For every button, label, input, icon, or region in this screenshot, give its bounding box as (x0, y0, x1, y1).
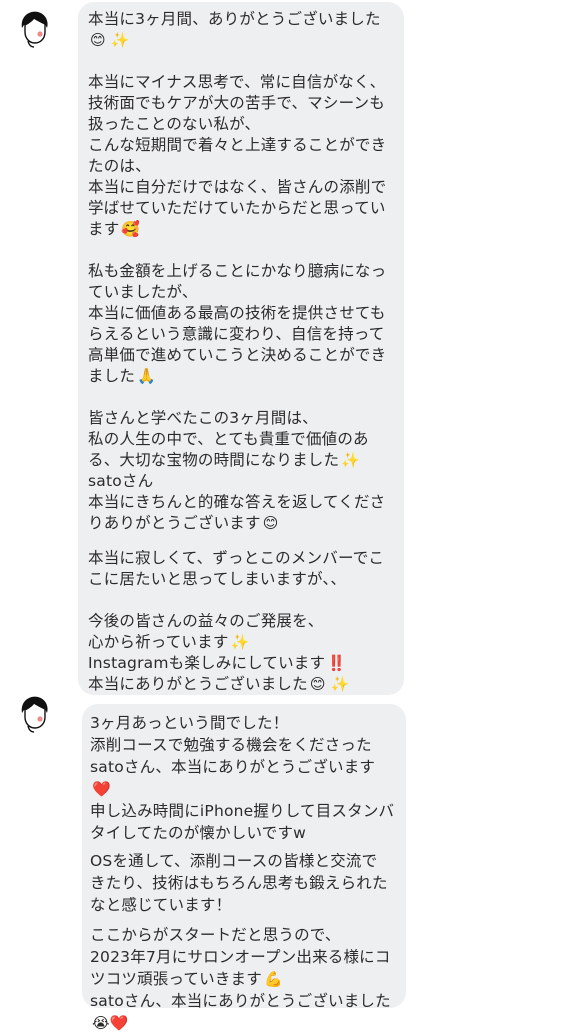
message-line: satoさん、本当にありがとうございます (90, 756, 375, 778)
message-text: 技術面でもケアが大の苦手で、マシーンも (88, 94, 385, 112)
message-text: 本当に3ヶ月間、ありがとうございました (88, 10, 381, 28)
message-line: ここからがスタートだと思うので、 (90, 924, 341, 946)
message-line: 心から祈っています ✨ (88, 631, 249, 653)
message-text: 本当に寂しくて、ずっとこのメンバーでこ (88, 549, 385, 567)
message-text: ツコツ頑張っていきます (90, 970, 262, 988)
message-line: なと感じています！ (90, 894, 231, 916)
message-text: きたり、技術はもちろん思考も鍛えられた (90, 874, 388, 892)
message-text: 申し込み時間にiPhone握りして目スタンバ (90, 802, 395, 820)
emoji-icon: ‼️ (327, 654, 347, 672)
message-text: 私も金額を上げることにかなり臆病になっ (88, 262, 387, 280)
message-line: 本当に自分だけではなく、皆さんの添削で (88, 176, 386, 198)
message-line: 本当にマイナス思考で、常に自信がなく、 (88, 71, 385, 93)
message-text: 添削コースで勉強する機会をくださった (90, 736, 372, 754)
message-line: ツコツ頑張っていきます 💪 (90, 968, 283, 990)
message-line: こに居たいと思ってしまいますが、、 (88, 568, 346, 590)
message-text: 今後の皆さんの益々のご発展を、 (88, 612, 324, 630)
message-line: 私の人生の中で、とても貴重で価値のあ (88, 428, 369, 450)
emoji-icon: 💪 (263, 970, 283, 988)
message-text: OSを通して、添削コースの皆様と交流で (90, 852, 378, 870)
message-text: Instagramも楽しみにしています (88, 654, 326, 672)
emoji-icon: ❤️ (92, 780, 111, 798)
message-line: ❤️ (90, 778, 111, 800)
message-line: 😭❤️ (90, 1012, 129, 1034)
emoji-icon: 😊 ✨ (90, 31, 130, 49)
message-line: たのは、 (88, 155, 151, 177)
message-line: ていましたが、 (88, 281, 198, 303)
message-line: 😊 ✨ (88, 29, 130, 51)
message-line: 添削コースで勉強する機会をくださった (90, 734, 372, 756)
message-line: Instagramも楽しみにしています ‼️ (88, 652, 346, 674)
emoji-icon: 😊 (262, 514, 279, 532)
message-bubble: 本当に3ヶ月間、ありがとうございました 😊 ✨ 本当にマイナス思考で、常に自信がなく… (78, 2, 404, 695)
message-line: ました 🙏 (88, 365, 156, 387)
message-line: 本当に3ヶ月間、ありがとうございました (88, 8, 381, 30)
message-line: 申し込み時間にiPhone握りして目スタンバ (90, 800, 394, 822)
message-line: らえるという意識に変わり、自信を持って (88, 323, 384, 345)
emoji-icon: 😭❤️ (92, 1014, 129, 1032)
message-text: ていましたが、 (88, 283, 198, 301)
message-line: ます 🥰 (88, 218, 140, 240)
message-line: 今後の皆さんの益々のご発展を、 (88, 610, 324, 632)
message-text: ここからがスタートだと思うので、 (90, 926, 341, 944)
message-line: 皆さんと学べたこの3ヶ月間は、 (88, 407, 318, 429)
message-line: 扱ったことのない私が、 (88, 113, 260, 135)
message-line: る、大切な宝物の時間になりました ✨ (88, 449, 360, 471)
message-line: 2023年7月にサロンオープン出来る様にコ (90, 946, 391, 968)
message-text: こんな短期間で着々と上達することができ (88, 136, 387, 154)
message-text: らえるという意識に変わり、自信を持って (88, 325, 385, 343)
message-line: 私も金額を上げることにかなり臆病になっ (88, 260, 386, 282)
message-text: こに居たいと思ってしまいますが、、 (88, 570, 347, 588)
message-line: 技術面でもケアが大の苦手で、マシーンも (88, 92, 385, 114)
emoji-icon: ✨ (230, 633, 250, 651)
message-text: ます (88, 220, 120, 238)
message-text: 本当に価値ある最高の技術を提供させても (88, 304, 386, 322)
message-line: satoさん (88, 470, 153, 492)
message-bubble: 3ヶ月あっという間でした！ 添削コースで勉強する機会をくださった satoさん、本当… (82, 704, 406, 1032)
emoji-icon: ✨ (341, 451, 361, 469)
message-line: 本当にありがとうございました 😊 ✨ (88, 673, 350, 695)
message-text: 高単価で進めていこうと決めることができ (88, 346, 387, 364)
message-text: 学ばせていただけていたからだと思ってい (88, 199, 386, 217)
girl-avatar-icon[interactable] (14, 8, 54, 48)
message-line: こんな短期間で着々と上達することができ (88, 134, 386, 156)
message-text: タイしてたのが懐かしいですw (90, 824, 307, 842)
message-text: 本当にありがとうございました (88, 675, 308, 693)
message-text: 本当にマイナス思考で、常に自信がなく、 (88, 73, 386, 91)
message-line: 3ヶ月あっという間でした！ (90, 712, 288, 734)
emoji-icon: 🙏 (137, 367, 156, 385)
message-text: 私の人生の中で、とても貴重で価値のあ (88, 430, 369, 448)
message-line: 学ばせていただけていたからだと思ってい (88, 197, 386, 219)
message-line: 本当にきちんと的確な答えを返してくださ (88, 491, 385, 513)
message-text: satoさん、本当にありがとうございます (90, 758, 376, 776)
message-line: satoさん、本当にありがとうございました (90, 990, 391, 1012)
message-text: satoさん、本当にありがとうございました (90, 992, 391, 1010)
message-text: satoさん (88, 472, 154, 490)
message-text: 3ヶ月あっという間でした！ (90, 714, 289, 732)
message-line: 本当に価値ある最高の技術を提供させても (88, 302, 386, 324)
message-text: なと感じています！ (90, 896, 232, 914)
message-line: 本当に寂しくて、ずっとこのメンバーでこ (88, 547, 384, 569)
message-line: きたり、技術はもちろん思考も鍛えられた (90, 872, 388, 894)
message-text: 本当にきちんと的確な答えを返してくださ (88, 493, 386, 511)
message-text: りありがとうございます (88, 514, 261, 532)
message-text: る、大切な宝物の時間になりました (88, 451, 340, 469)
message-text: 皆さんと学べたこの3ヶ月間は、 (88, 409, 318, 427)
emoji-icon: 😊 ✨ (309, 675, 350, 693)
message-line: タイしてたのが懐かしいですw (90, 822, 306, 844)
girl-avatar-icon[interactable] (14, 693, 54, 733)
message-text: 2023年7月にサロンオープン出来る様にコ (90, 948, 391, 966)
message-text: 扱ったことのない私が、 (88, 115, 261, 133)
message-text: 心から祈っています (88, 633, 229, 651)
message-line: 高単価で進めていこうと決めることができ (88, 344, 386, 366)
emoji-icon: 🥰 (121, 220, 141, 238)
message-text: 本当に自分だけではなく、皆さんの添削で (88, 178, 387, 196)
message-line: りありがとうございます 😊 (88, 512, 279, 534)
message-line: OSを通して、添削コースの皆様と交流で (90, 850, 377, 872)
message-text: ました (88, 367, 136, 385)
message-text: たのは、 (88, 157, 151, 175)
